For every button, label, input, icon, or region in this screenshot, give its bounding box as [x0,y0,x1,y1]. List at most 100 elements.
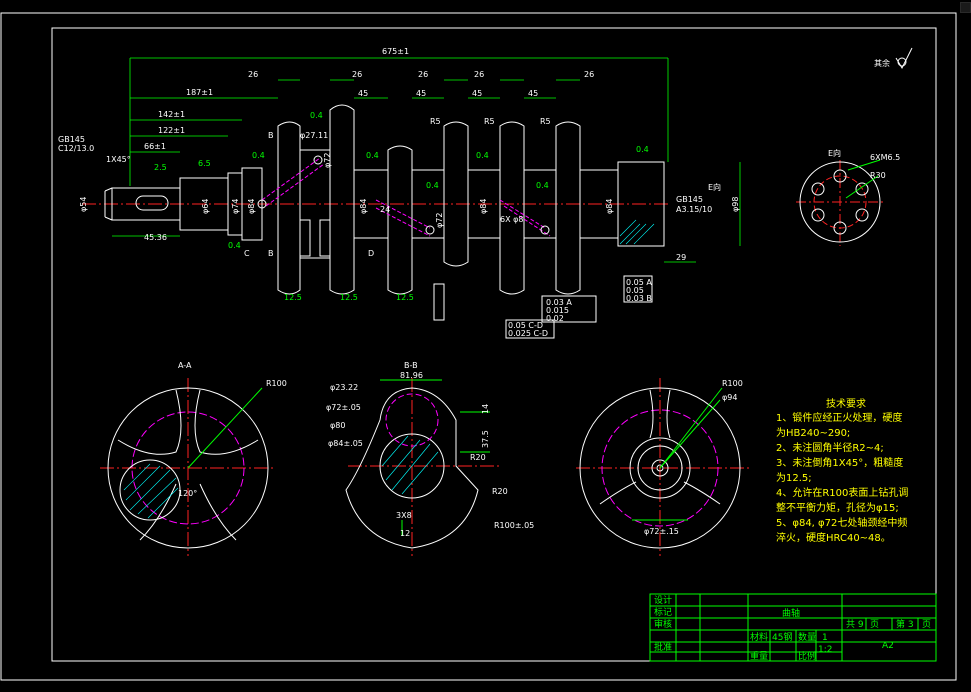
fillet-3: R5 [540,117,551,126]
journal-1: 45 [358,89,368,98]
sheet-unit-2: 页 [922,619,931,630]
tech-notes: 技术要求 1、锻件应经正火处理，硬度 为HB240~290; 2、未注圆角半径R… [776,397,908,544]
row-design: 设计 [654,594,672,606]
dim-45-36: 45.36 [144,233,167,242]
dim-122: 122±1 [158,126,185,135]
web-6 [555,121,581,295]
overall-length: 675±1 [382,47,409,56]
dim-187: 187±1 [186,88,213,97]
dia-84-c: φ84 [479,199,488,214]
keyway [135,195,169,211]
oil-passages [261,157,551,237]
cell-scale: 比例 [798,650,816,662]
gb-right-1: GB145 [676,195,703,204]
drawing-viewport[interactable]: 675±1 187±1 142±1 122±1 66±1 45.36 26 26… [0,0,971,688]
width-5: 26 [584,70,594,79]
sheet-total: 共 9 [846,619,864,630]
rs-dia2: φ72±.15 [644,527,679,536]
angle-24: 24 [380,205,390,214]
title-block: 曲轴 共 9 页 第 3 页 设计 审核 批准 标记 材料 45钢 数量 重量 … [649,593,937,662]
outer-frame [0,12,957,681]
sheet-no: 第 3 [896,618,914,630]
ra-5: 0.4 [476,151,489,160]
note-line-3: 2、未注圆角半径R2~4; [776,441,884,454]
row-mark: 标记 [654,606,672,618]
dim-29: 29 [676,253,686,262]
cell-material: 材料 [750,631,768,643]
cell-weight: 重量 [750,650,768,662]
flange-hatch [619,219,655,245]
note-line-7: 整不平衡力矩，孔径为φ15; [776,501,899,514]
scale-value: 1:2 [818,645,832,655]
angle-dia: φ27.11 [300,131,328,140]
e-view-title: E向 [828,148,841,158]
width-3: 26 [418,70,428,79]
journal-2: 45 [416,89,426,98]
bb-d1: φ23.22 [330,383,358,392]
note-line-2: 为HB240~290; [776,427,850,439]
scroll-thumb[interactable] [960,2,971,13]
journal-3: 45 [472,89,482,98]
web-1 [277,121,301,295]
sheet-size: A2 [882,641,894,651]
gdt-3: 0.02 [546,314,564,323]
gdt-8: 0.03 B [626,294,652,303]
section-aa: A-A R100 120° [100,361,287,556]
note-line-6: 4、允许在R100表面上钻孔调 [776,486,908,499]
bb-title: B-B [404,361,418,370]
row-approve: 批准 [654,641,672,653]
bb-d5: φ84±.05 [328,439,363,448]
dia-84-b: φ84 [359,199,368,214]
roughness-other: 其余 [874,58,890,68]
chamfer-label: 1X45° [106,155,131,164]
cell-steel: 45钢 [772,631,792,643]
note-line-9: 淬火，硬度HRC40~48。 [776,531,891,544]
ra-2: 0.4 [252,151,265,160]
dim-142: 142±1 [158,110,185,119]
dia-72-a: φ72 [323,153,332,168]
rs-dia: φ94 [722,393,737,402]
holes-label: 6X φ8 [500,215,523,224]
dim-66: 66±1 [144,142,166,151]
aa-title: A-A [178,361,192,370]
ra-11: 6.5 [198,159,211,168]
gb-left-2: C12/13.0 [58,144,94,153]
ra-4: 0.4 [426,181,439,190]
fillet-1: R5 [430,117,441,126]
ra-13: 0.4 [228,241,241,250]
dia-84-d: φ84 [605,199,614,214]
ra-10: 12.5 [396,293,414,302]
sheet-unit-1: 页 [870,619,879,630]
width-1: 26 [248,70,258,79]
rs-radius: R100 [722,379,743,388]
dia-72-b: φ72 [435,213,444,228]
aa-angle: 120° [178,489,197,498]
dia-84-a: φ84 [247,199,256,214]
vertical-scrollbar[interactable] [958,0,971,688]
ra-3: 0.4 [366,151,379,160]
notes-heading: 技术要求 [826,397,866,410]
bb-d9: R20 [492,487,508,496]
section-d: D [368,249,374,258]
bb-d4: φ80 [330,421,345,430]
gdt-5: 0.025 C-D [508,329,548,338]
dia-74: φ74 [231,199,240,214]
bb-d3: φ72±.05 [326,403,361,412]
row-review: 审核 [654,618,672,630]
width-2: 26 [352,70,362,79]
part-name: 曲轴 [782,607,800,619]
width-4: 26 [474,70,484,79]
bb-d12: R100±.05 [494,521,534,530]
ra-12: 2.5 [154,163,167,172]
section-c: C [244,249,250,258]
bb-d7: 37.5 [481,430,490,448]
web-4 [443,121,469,267]
aa-radius: R100 [266,379,287,388]
gb-left-1: GB145 [58,135,85,144]
main-labels: 675±1 187±1 142±1 122±1 66±1 45.36 26 26… [58,47,740,302]
qty-value: 1 [822,633,828,643]
bb-d10: 3X8 [396,511,412,520]
note-line-4: 3、未注倒角1X45°，粗糙度 [776,456,903,469]
web-2 [329,104,355,295]
bb-d11: 12 [400,529,410,538]
